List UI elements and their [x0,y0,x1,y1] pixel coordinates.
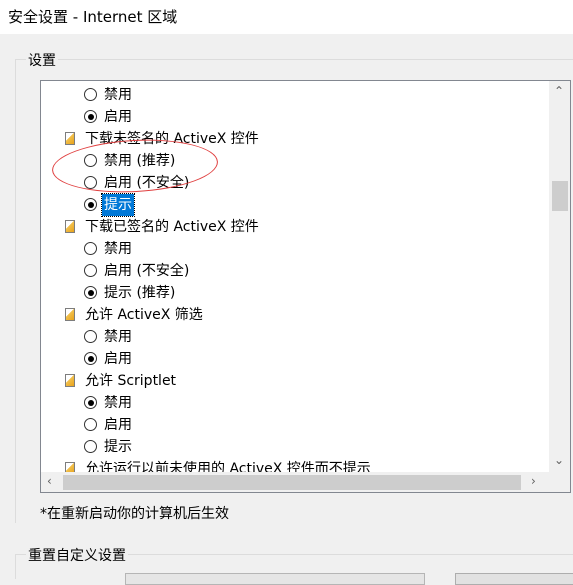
vertical-scrollbar[interactable]: ⌃ ⌄ [549,81,570,473]
setting-category[interactable]: 允许 Scriptlet [41,370,549,392]
setting-category[interactable]: 允许 ActiveX 筛选 [41,304,549,326]
setting-option[interactable]: 禁用 [41,84,549,106]
setting-option[interactable]: 启用 [41,106,549,128]
radio-button[interactable] [84,440,97,453]
setting-option[interactable]: 启用 (不安全) [41,260,549,282]
radio-button[interactable] [84,110,97,123]
radio-button[interactable] [84,264,97,277]
setting-option[interactable]: 禁用 [41,326,549,348]
option-label[interactable]: 启用 [104,348,132,370]
setting-option[interactable]: 提示 [41,193,549,217]
option-label[interactable]: 启用 (不安全) [104,260,189,282]
radio-button[interactable] [84,330,97,343]
security-setting-icon [65,374,75,387]
category-label: 下载未签名的 ActiveX 控件 [85,131,259,147]
title-bar: 安全设置 - Internet 区域 [0,0,573,34]
setting-option[interactable]: 禁用 [41,392,549,414]
restart-note: *在重新启动你的计算机后生效 [40,506,229,522]
settings-list-content: 禁用 启用 下载未签名的 ActiveX 控件 禁用 (推荐) 启用 (不安全) 提示 下载… [41,81,549,473]
settings-group-label: 设置 [26,50,58,70]
setting-option[interactable]: 提示 [41,436,549,458]
right-arrow-icon[interactable]: › [531,474,536,488]
category-label: 允许 ActiveX 筛选 [85,307,203,323]
security-setting-icon [65,220,75,233]
option-label[interactable]: 禁用 [104,84,132,106]
radio-button[interactable] [84,154,97,167]
option-label[interactable]: 提示 (推荐) [104,282,175,304]
category-label: 下载已签名的 ActiveX 控件 [85,219,259,235]
down-arrow-icon[interactable]: ⌄ [554,453,564,467]
option-label[interactable]: 禁用 [104,326,132,348]
settings-list[interactable]: 禁用 启用 下载未签名的 ActiveX 控件 禁用 (推荐) 启用 (不安全) 提示 下载… [40,80,571,493]
option-label[interactable]: 启用 [104,414,132,436]
category-label: 允许运行以前未使用的 ActiveX 控件而不提示 [85,461,371,473]
radio-button[interactable] [84,198,97,211]
horizontal-scroll-thumb[interactable] [63,475,521,490]
setting-option[interactable]: 启用 (不安全) [41,172,549,194]
radio-button[interactable] [84,88,97,101]
setting-option[interactable]: 禁用 [41,238,549,260]
left-arrow-icon[interactable]: ‹ [47,474,52,488]
scroll-corner [549,472,570,492]
option-label[interactable]: 禁用 [104,392,132,414]
vertical-scroll-thumb[interactable] [552,181,568,211]
security-setting-icon [65,308,75,321]
reset-button[interactable] [455,573,573,585]
option-label[interactable]: 提示 [101,193,135,217]
setting-option[interactable]: 提示 (推荐) [41,282,549,304]
reset-level-select[interactable] [125,573,425,585]
radio-button[interactable] [84,242,97,255]
option-label[interactable]: 禁用 [104,238,132,260]
setting-option[interactable]: 启用 [41,414,549,436]
setting-category[interactable]: 下载未签名的 ActiveX 控件 [41,128,549,150]
up-arrow-icon[interactable]: ⌃ [554,84,564,98]
option-label[interactable]: 禁用 (推荐) [104,150,175,172]
horizontal-scrollbar[interactable]: ‹ › [41,472,549,492]
window-title: 安全设置 - Internet 区域 [8,8,178,26]
option-label[interactable]: 提示 [104,436,132,458]
category-label: 允许 Scriptlet [85,373,177,389]
setting-category[interactable]: 下载已签名的 ActiveX 控件 [41,216,549,238]
security-setting-icon [65,132,75,145]
radio-button[interactable] [84,352,97,365]
radio-button[interactable] [84,418,97,431]
option-label[interactable]: 启用 (不安全) [104,172,189,194]
setting-option[interactable]: 禁用 (推荐) [41,150,549,172]
radio-button[interactable] [84,396,97,409]
setting-category[interactable]: 允许运行以前未使用的 ActiveX 控件而不提示 [41,458,549,473]
reset-group-label: 重置自定义设置 [26,545,128,565]
setting-option[interactable]: 启用 [41,348,549,370]
radio-button[interactable] [84,286,97,299]
option-label[interactable]: 启用 [104,106,132,128]
radio-button[interactable] [84,176,97,189]
